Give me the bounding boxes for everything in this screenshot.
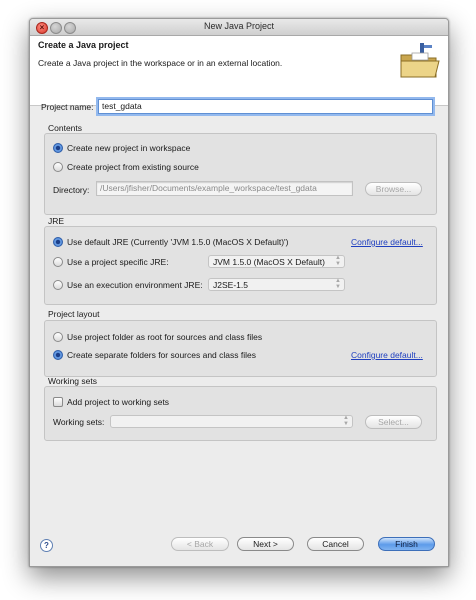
specific-jre-label[interactable]: Use a project specific JRE:	[67, 257, 169, 267]
select-arrows-icon: ▲ ▼	[343, 415, 349, 427]
next-button[interactable]: Next >	[237, 537, 294, 551]
new-java-project-dialog: × New Java Project Create a Java project…	[29, 18, 449, 567]
specific-jre-value: JVM 1.5.0 (MacOS X Default)	[213, 257, 325, 267]
existing-source-radio[interactable]	[53, 162, 63, 172]
jre-title: JRE	[48, 216, 65, 226]
back-button[interactable]: < Back	[171, 537, 229, 551]
default-jre-radio[interactable]	[53, 237, 63, 247]
existing-source-label[interactable]: Create project from existing source	[67, 162, 199, 172]
cancel-button[interactable]: Cancel	[307, 537, 364, 551]
configure-default-jre-link[interactable]: Configure default...	[351, 237, 423, 247]
project-name-input[interactable]: test_gdata	[98, 99, 433, 114]
separate-folders-radio[interactable]	[53, 350, 63, 360]
folder-root-label[interactable]: Use project folder as root for sources a…	[67, 332, 262, 342]
window-title: New Java Project	[203, 21, 275, 31]
exec-env-value: J2SE-1.5	[213, 280, 248, 290]
new-project-label[interactable]: Create new project in workspace	[67, 143, 190, 153]
exec-env-select[interactable]: J2SE-1.5 ▲ ▼	[208, 278, 345, 291]
select-arrows-icon: ▲ ▼	[335, 278, 341, 290]
working-sets-label: Working sets:	[53, 417, 105, 427]
add-to-working-sets-label[interactable]: Add project to working sets	[67, 397, 169, 407]
directory-input[interactable]: /Users/jfisher/Documents/example_workspa…	[96, 181, 353, 196]
contents-title: Contents	[48, 123, 83, 133]
browse-button[interactable]: Browse...	[365, 182, 422, 196]
add-to-working-sets-checkbox[interactable]	[53, 397, 63, 407]
project-layout-title: Project layout	[48, 309, 100, 319]
exec-env-radio[interactable]	[53, 280, 63, 290]
wizard-header: Create a Java project Create a Java proj…	[30, 36, 448, 106]
help-button[interactable]: ?	[40, 539, 53, 552]
folder-root-radio[interactable]	[53, 332, 63, 342]
specific-jre-radio[interactable]	[53, 257, 63, 267]
working-sets-group	[44, 386, 437, 441]
finish-button[interactable]: Finish	[378, 537, 435, 551]
working-sets-title: Working sets	[48, 376, 97, 386]
java-project-folder-icon	[400, 43, 440, 78]
project-name-label: Project name:	[41, 102, 94, 112]
title-bar: × New Java Project	[30, 19, 448, 36]
wizard-description: Create a Java project in the workspace o…	[38, 58, 283, 68]
configure-default-layout-link[interactable]: Configure default...	[351, 350, 423, 360]
default-jre-label[interactable]: Use default JRE (Currently 'JVM 1.5.0 (M…	[67, 237, 288, 247]
directory-label: Directory:	[53, 185, 90, 195]
select-working-sets-button[interactable]: Select...	[365, 415, 422, 429]
project-layout-group	[44, 320, 437, 377]
separate-folders-label[interactable]: Create separate folders for sources and …	[67, 350, 256, 360]
specific-jre-select[interactable]: JVM 1.5.0 (MacOS X Default) ▲ ▼	[208, 255, 345, 268]
select-arrows-icon: ▲ ▼	[335, 255, 341, 267]
new-project-radio[interactable]	[53, 143, 63, 153]
wizard-title: Create a Java project	[38, 40, 129, 50]
exec-env-label[interactable]: Use an execution environment JRE:	[67, 280, 203, 290]
working-sets-select[interactable]: ▲ ▼	[110, 415, 353, 428]
